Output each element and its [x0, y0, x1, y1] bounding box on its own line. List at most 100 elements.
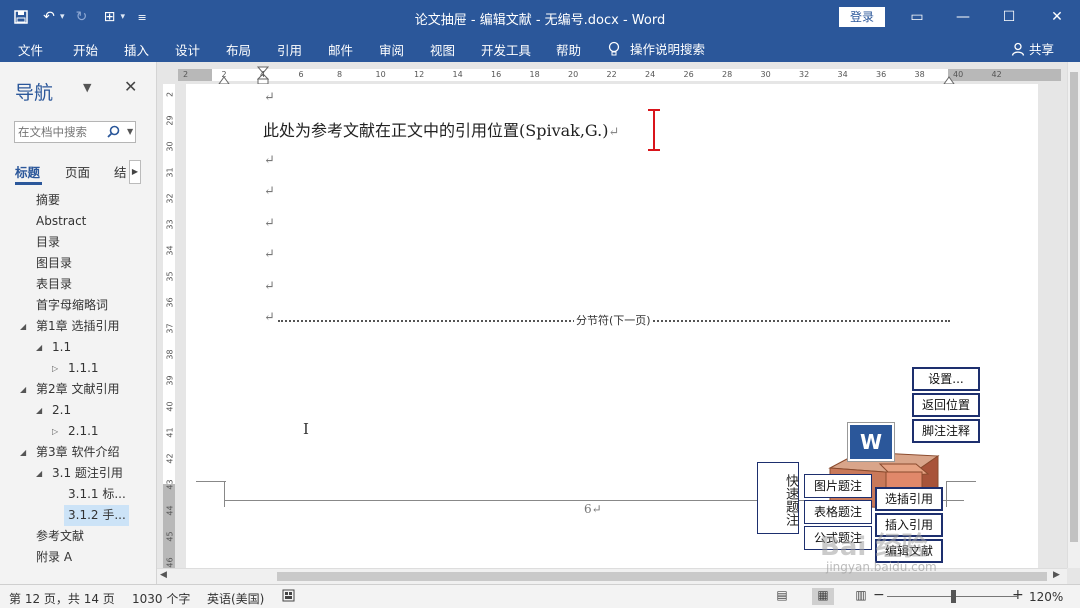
horizontal-ruler[interactable]: 2 2 4 6 8 10 12 14 16 18 20 22 24 26 28 30 32 34 36 38 40 42 [157, 62, 1067, 85]
collapse-icon[interactable]: ◢ [36, 463, 42, 484]
toolbox-settings-button[interactable]: 设置... [912, 367, 980, 391]
search-icon[interactable] [107, 125, 120, 142]
nav-heading-label: 第3章 软件介绍 [36, 445, 120, 459]
nav-heading-label: 首字母缩略词 [36, 298, 109, 312]
read-mode-icon[interactable]: ▤ [771, 588, 793, 605]
ruler-number: 34 [165, 245, 175, 256]
collapse-icon[interactable]: ◢ [20, 442, 26, 463]
nav-heading-item[interactable]: Abstract [0, 211, 157, 232]
nav-heading-item[interactable]: 目录 [0, 232, 157, 253]
nav-heading-item[interactable]: 3.1.1 标... [0, 484, 157, 505]
table-dropdown-icon[interactable]: ▾ [121, 12, 126, 22]
nav-heading-item[interactable]: 表目录 [0, 274, 157, 295]
paragraph-mark: ↵ [264, 247, 275, 262]
print-layout-icon[interactable]: ▦ [812, 588, 834, 605]
expand-icon[interactable]: ▷ [52, 358, 58, 379]
nav-heading-item[interactable]: 参考文献 [0, 526, 157, 547]
save-icon[interactable] [10, 6, 32, 28]
zoom-in-button[interactable]: + [1012, 587, 1024, 603]
nav-title: 导航 [15, 82, 54, 104]
word-count[interactable]: 1030 个字 [132, 590, 190, 607]
tab-headings[interactable]: 标题 [15, 162, 40, 181]
chevron-down-icon[interactable]: ▼ [83, 81, 91, 94]
nav-heading-item[interactable]: ▷ 2.1.1 [0, 421, 157, 442]
scroll-left-icon[interactable]: ◀ [160, 570, 167, 580]
customize-icon[interactable]: ≡ [131, 6, 153, 28]
vertical-ruler[interactable]: 2 29 30 31 32 33 34 35 36 37 38 39 40 41 42 43 44 45 46 [157, 84, 180, 568]
tab-results[interactable]: 结 [114, 162, 127, 181]
tab-help[interactable]: 帮助 [556, 40, 581, 59]
page-count[interactable]: 第 12 页，共 14 页 [9, 590, 115, 607]
undo-dropdown-icon[interactable]: ▾ [60, 12, 65, 22]
nav-heading-item[interactable]: ◢ 1.1 [0, 337, 157, 358]
tab-references[interactable]: 引用 [277, 40, 302, 59]
language-indicator[interactable]: 英语(美国) [207, 590, 264, 607]
tab-pages[interactable]: 页面 [65, 162, 90, 181]
tab-mailings[interactable]: 邮件 [328, 40, 353, 59]
close-button[interactable]: ✕ [1034, 0, 1080, 34]
login-button[interactable]: 登录 [839, 7, 885, 27]
nav-heading-item[interactable]: ◢ 第3章 软件介绍 [0, 442, 157, 463]
search-input[interactable] [18, 124, 106, 140]
tab-home[interactable]: 开始 [73, 40, 98, 59]
table-caption-button[interactable]: 表格题注 [804, 500, 872, 524]
undo-icon[interactable]: ↶ [38, 6, 60, 28]
tab-review[interactable]: 审阅 [379, 40, 404, 59]
tab-developer[interactable]: 开发工具 [481, 40, 531, 59]
zoom-level[interactable]: 120% [1029, 590, 1063, 604]
nav-heading-item[interactable]: ▷ 1.1.1 [0, 358, 157, 379]
nav-heading-item[interactable]: ◢ 第2章 文献引用 [0, 379, 157, 400]
tab-layout[interactable]: 布局 [226, 40, 251, 59]
tab-design[interactable]: 设计 [175, 40, 200, 59]
body-paragraph[interactable]: 此处为参考文献在正文中的引用位置(Spivak,G.)↵ [263, 117, 619, 141]
chevron-right-icon[interactable]: ▶ [129, 160, 141, 184]
nav-heading-item[interactable]: 首字母缩略词 [0, 295, 157, 316]
macro-record-icon[interactable] [282, 589, 295, 605]
paragraph-mark: ↵ [264, 90, 275, 105]
web-layout-icon[interactable]: ▥ [850, 588, 872, 605]
nav-heading-item[interactable]: ◢ 第1章 选插引用 [0, 316, 157, 337]
collapse-icon[interactable]: ◢ [20, 316, 26, 337]
collapse-icon[interactable]: ◢ [36, 337, 42, 358]
ribbon-display-icon[interactable]: ▭ [894, 0, 940, 34]
figure-caption-button[interactable]: 图片题注 [804, 474, 872, 498]
ruler-number: 42 [165, 453, 175, 464]
section-break-label: 分节符(下一页) [574, 312, 653, 328]
nav-heading-label: 1.1.1 [68, 361, 99, 375]
ruler-number: 34 [837, 70, 848, 79]
minimize-button[interactable]: — [940, 0, 986, 34]
quick-caption-button[interactable]: 快速题注 [757, 462, 799, 534]
tab-view[interactable]: 视图 [430, 40, 455, 59]
maximize-button[interactable]: ☐ [986, 0, 1032, 34]
ruler-number: 22 [606, 70, 617, 79]
collapse-icon[interactable]: ◢ [20, 379, 26, 400]
ruler-number: 37 [165, 323, 175, 334]
scroll-right-icon[interactable]: ▶ [1053, 570, 1060, 580]
tell-me-search[interactable]: 操作说明搜索 [608, 39, 705, 58]
zoom-out-button[interactable]: − [873, 587, 885, 603]
zoom-slider-thumb[interactable] [951, 590, 956, 603]
search-dropdown-icon[interactable]: ▼ [127, 127, 133, 136]
vertical-scroll-thumb[interactable] [1070, 72, 1078, 542]
close-icon[interactable]: ✕ [124, 77, 137, 96]
ruler-number: 28 [722, 70, 733, 79]
ruler-number: 39 [165, 375, 175, 386]
vertical-scrollbar[interactable] [1067, 62, 1080, 568]
nav-heading-item[interactable]: 附录 A [0, 547, 157, 568]
collapse-icon[interactable]: ◢ [36, 400, 42, 421]
redo-icon[interactable]: ↻ [71, 6, 93, 28]
nav-heading-item[interactable]: 摘要 [0, 190, 157, 211]
share-button[interactable]: 共享 [1011, 39, 1054, 58]
expand-icon[interactable]: ▷ [52, 421, 58, 442]
select-reference-button[interactable]: 选插引用 [875, 487, 943, 511]
tab-insert[interactable]: 插入 [124, 40, 149, 59]
nav-heading-item[interactable]: ◢ 2.1 [0, 400, 157, 421]
toolbox-return-button[interactable]: 返回位置 [912, 393, 980, 417]
tab-file[interactable]: 文件 [18, 40, 43, 59]
table-icon[interactable]: ⊞ [99, 6, 121, 28]
nav-heading-item[interactable]: ◢ 3.1 题注引用 [0, 463, 157, 484]
nav-heading-item[interactable]: 3.1.2 手... [0, 505, 157, 526]
nav-heading-item[interactable]: 图目录 [0, 253, 157, 274]
nav-heading-label: 摘要 [36, 193, 61, 207]
nav-heading-label: 参考文献 [36, 529, 85, 543]
